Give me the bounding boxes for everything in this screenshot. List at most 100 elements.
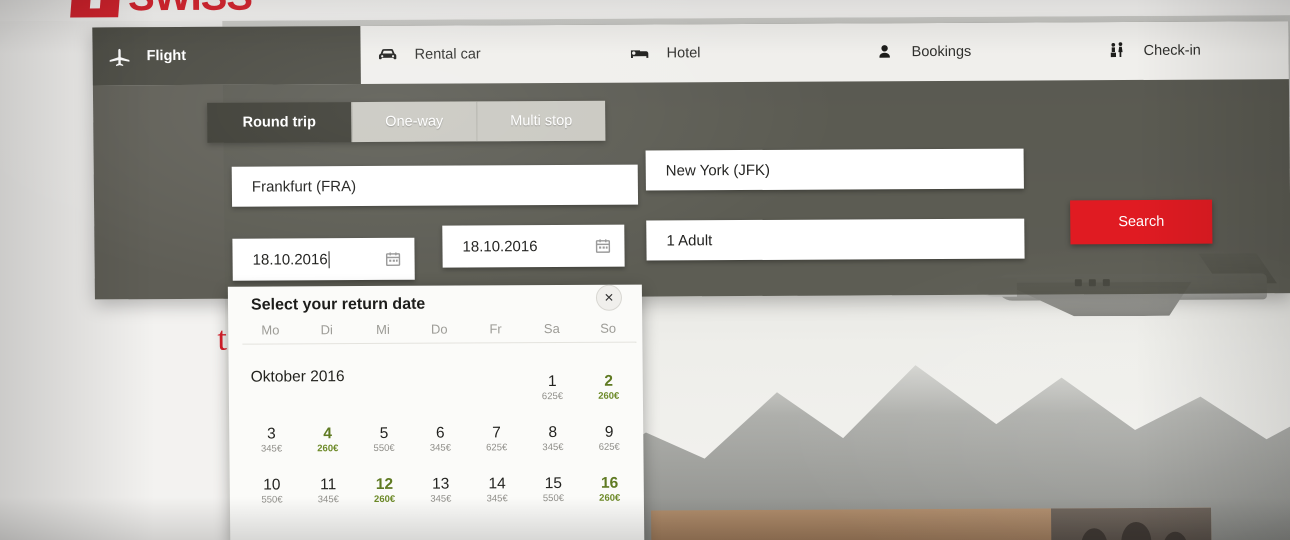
tab-check-in-label: Check-in [1143, 42, 1201, 59]
calendar-day-price: 260€ [598, 390, 620, 402]
swiss-cross-icon [70, 0, 122, 18]
person-icon [858, 40, 912, 64]
tab-hotel[interactable]: Hotel [612, 23, 858, 82]
service-tabs: Flight Rental car Hotel Bookings Check-i… [92, 21, 1289, 86]
calendar-day-number: 9 [604, 423, 614, 441]
calendar-day-price: 345€ [430, 493, 452, 505]
calendar-day-grid: 1 625€ 2 260€ 3 345€ 4 260€ 5 550€ 6 345€ 7 625€ 8 345€… [243, 355, 638, 510]
calendar-day-number: 5 [379, 424, 389, 442]
tab-flight[interactable]: Flight [92, 26, 361, 86]
calendar-day-price: 550€ [261, 494, 283, 506]
destination-value: New York (JFK) [665, 161, 771, 179]
calendar-day-price: 345€ [542, 441, 564, 454]
calendar-weekday-di: Di [320, 322, 333, 338]
search-button[interactable]: Search [1070, 199, 1213, 245]
calendar-day-10[interactable]: 10 550€ [243, 458, 300, 509]
calendar-day-number: 16 [600, 474, 619, 492]
calendar-day-empty [468, 355, 525, 406]
departure-date-value: 18.10.2016 [252, 250, 328, 269]
trip-type-round-trip[interactable]: Round trip [207, 102, 353, 143]
calendar-day-number: 1 [547, 373, 557, 391]
calendar-day-11[interactable]: 11 345€ [300, 458, 357, 509]
calendar-day-2[interactable]: 2 260€ [580, 355, 637, 406]
calendar-icon[interactable] [594, 237, 611, 254]
calendar-day-number: 4 [323, 425, 333, 443]
tab-hotel-label: Hotel [666, 45, 701, 62]
brand-name: SWISS [128, 0, 252, 19]
calendar-day-13[interactable]: 13 345€ [412, 457, 469, 508]
calendar-day-number: 12 [375, 475, 394, 493]
return-date-field[interactable]: 18.10.2016 [442, 224, 625, 268]
calendar-day-price: 550€ [542, 492, 565, 505]
tab-check-in[interactable]: Check-in [1089, 21, 1289, 80]
calendar-weekday-header: Mo Di Mi Do Fr Sa So [242, 320, 637, 345]
swiss-logo[interactable]: SWISS [70, 0, 252, 19]
calendar-day-number: 6 [435, 424, 445, 442]
calendar-weekday-fr: Fr [489, 321, 502, 337]
calendar-day-6[interactable]: 6 345€ [412, 406, 469, 457]
calendar-day-14[interactable]: 14 345€ [469, 457, 526, 508]
calendar-day-number: 11 [320, 476, 337, 494]
calendar-day-number: 3 [267, 425, 276, 443]
calendar-day-9[interactable]: 9 625€ [581, 406, 638, 457]
decorative-letter: t [217, 320, 227, 358]
calendar-day-1[interactable]: 1 625€ [524, 355, 581, 406]
calendar-weekday-so: So [600, 320, 617, 336]
calendar-day-number: 13 [432, 475, 450, 493]
calendar-day-price: 260€ [317, 443, 339, 455]
search-button-label: Search [1118, 213, 1165, 231]
calendar-day-price: 260€ [373, 493, 396, 505]
trip-type-round-trip-label: Round trip [242, 114, 316, 131]
trip-type-multi-stop-label: Multi stop [510, 112, 573, 130]
booking-widget: Flight Rental car Hotel Bookings Check-i… [92, 21, 1290, 300]
close-icon[interactable]: ✕ [595, 284, 623, 311]
calendar-day-16[interactable]: 16 260€ [581, 457, 638, 508]
tab-rental-car-label: Rental car [414, 46, 481, 63]
calendar-day-price: 625€ [486, 442, 508, 454]
calendar-day-number: 7 [492, 424, 501, 442]
calendar-title: Select your return date [250, 295, 426, 314]
calendar-day-price: 345€ [260, 443, 283, 455]
calendar-day-3[interactable]: 3 345€ [243, 407, 300, 458]
trip-type-one-way[interactable]: One-way [352, 101, 478, 143]
people-photo-strip [651, 507, 1212, 540]
passengers-field[interactable]: 1 Adult [646, 218, 1025, 261]
airplane-icon [92, 43, 146, 69]
destination-field[interactable]: New York (JFK) [645, 148, 1024, 191]
calendar-day-number: 15 [544, 474, 563, 493]
calendar-day-number: 2 [604, 372, 614, 390]
calendar-day-number: 10 [263, 476, 281, 494]
calendar-day-empty [355, 356, 412, 407]
calendar-day-5[interactable]: 5 550€ [356, 407, 413, 458]
calendar-weekday-sa: Sa [543, 320, 560, 337]
calendar-day-number: 14 [488, 475, 506, 493]
car-icon [360, 42, 414, 68]
calendar-day-price: 625€ [541, 390, 564, 403]
calendar-day-price: 345€ [429, 442, 452, 454]
calendar-day-price: 625€ [598, 441, 620, 453]
calendar-day-15[interactable]: 15 550€ [525, 457, 582, 508]
origin-field[interactable]: Frankfurt (FRA) [231, 164, 639, 207]
text-cursor [328, 250, 330, 268]
calendar-day-empty [299, 356, 356, 407]
passengers-value: 1 Adult [666, 231, 713, 249]
calendar-icon[interactable] [384, 250, 401, 267]
tab-bookings-label: Bookings [911, 43, 972, 61]
screen-photo: t SWISS Flight [0, 0, 1290, 540]
calendar-day-price: 550€ [373, 442, 395, 454]
return-date-value: 18.10.2016 [462, 237, 538, 256]
close-icon-glyph: ✕ [603, 290, 615, 305]
calendar-day-12[interactable]: 12 260€ [356, 458, 413, 509]
check-in-icon [1089, 38, 1143, 64]
calendar-day-number: 8 [548, 424, 558, 442]
tab-bookings[interactable]: Bookings [857, 22, 1090, 81]
bed-icon [612, 40, 666, 66]
departure-date-field[interactable]: 18.10.2016 [232, 237, 415, 281]
tab-rental-car[interactable]: Rental car [360, 25, 613, 84]
calendar-day-4[interactable]: 4 260€ [299, 407, 356, 458]
trip-type-selector: Round trip One-way Multi stop [207, 100, 606, 143]
calendar-day-8[interactable]: 8 345€ [524, 406, 581, 457]
trip-type-multi-stop[interactable]: Multi stop [477, 100, 606, 142]
calendar-day-price: 345€ [317, 494, 339, 506]
calendar-day-7[interactable]: 7 625€ [468, 406, 525, 457]
